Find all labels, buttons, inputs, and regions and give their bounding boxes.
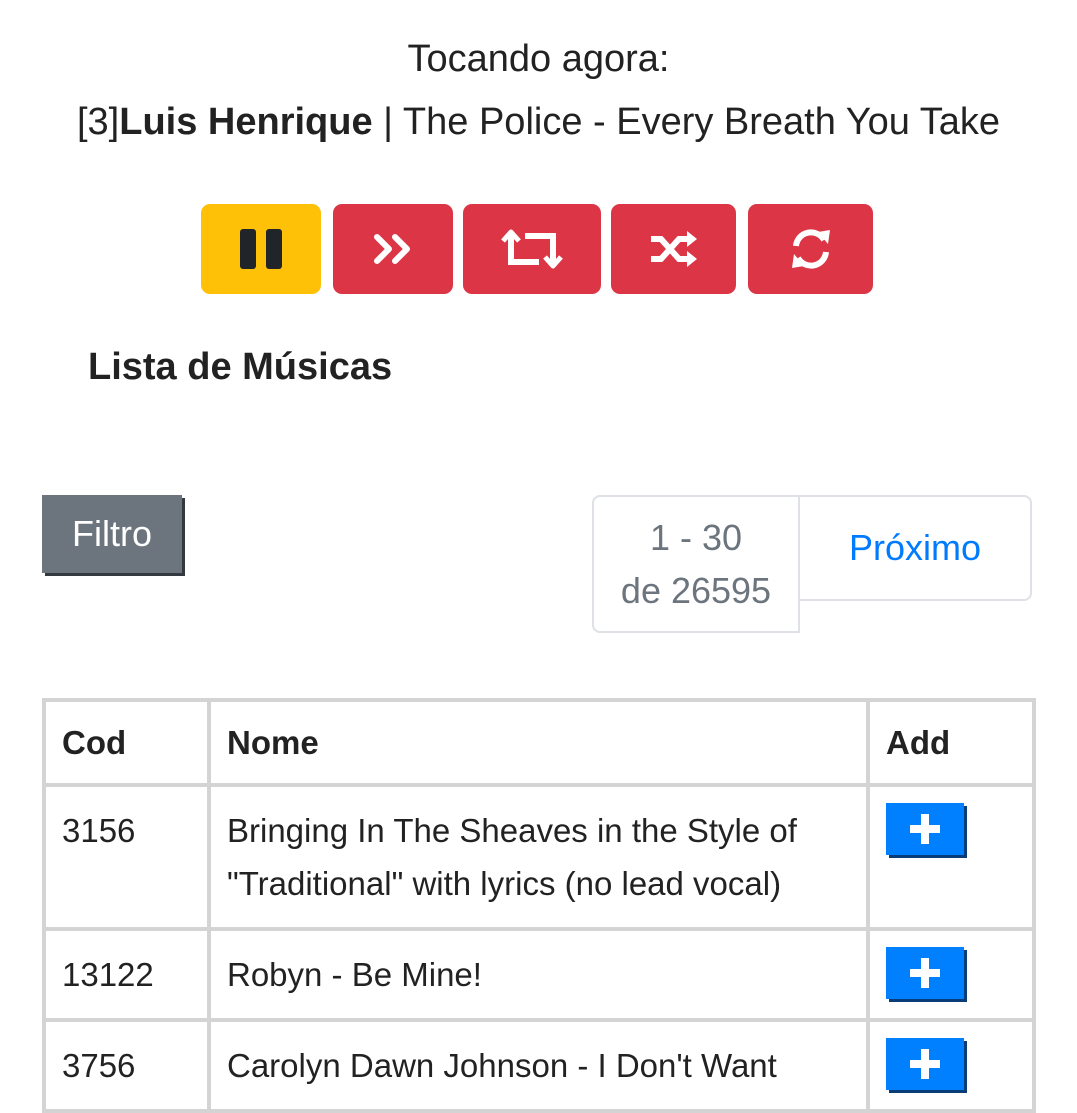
table-header-row: Cod Nome Add xyxy=(42,698,1036,787)
shuffle-icon xyxy=(650,231,697,267)
shuffle-button[interactable] xyxy=(611,204,736,294)
pagination-total: de 26595 xyxy=(620,570,772,611)
add-cell xyxy=(866,783,1036,931)
table-row: 3756 Carolyn Dawn Johnson - I Don't Want xyxy=(42,1018,1036,1113)
pause-icon xyxy=(240,229,282,269)
column-header-cod: Cod xyxy=(42,698,211,787)
refresh-button[interactable] xyxy=(748,204,873,294)
repeat-icon xyxy=(501,229,563,269)
refresh-icon xyxy=(791,229,830,269)
pagination-info: 1 - 30 de 26595 xyxy=(592,495,800,633)
repeat-button[interactable] xyxy=(463,204,601,294)
add-song-button[interactable] xyxy=(886,803,964,855)
filter-button[interactable]: Filtro xyxy=(42,495,182,573)
table-row: 13122 Robyn - Be Mine! xyxy=(42,927,1036,1022)
queue-position: [3] xyxy=(76,101,120,143)
double-chevron-right-icon xyxy=(374,234,410,264)
plus-icon xyxy=(910,958,940,988)
requester-name: Luis Henrique xyxy=(119,101,373,143)
next-page-link[interactable]: Próximo xyxy=(798,495,1032,601)
pause-button[interactable] xyxy=(201,204,321,294)
pagination-range: 1 - 30 xyxy=(649,517,743,558)
add-song-button[interactable] xyxy=(886,1038,964,1090)
now-playing-track: [3]Luis Henrique | The Police - Every Br… xyxy=(0,101,1077,144)
next-button[interactable] xyxy=(333,204,453,294)
plus-icon xyxy=(910,814,940,844)
column-header-add: Add xyxy=(866,698,1036,787)
column-header-nome: Nome xyxy=(207,698,870,787)
song-code: 3156 xyxy=(42,783,211,931)
song-name: Robyn - Be Mine! xyxy=(207,927,870,1022)
section-title: Lista de Músicas xyxy=(88,346,393,388)
add-cell xyxy=(866,1018,1036,1113)
song-table: Cod Nome Add 3156 Bringing In The Sheave… xyxy=(42,698,1036,1113)
add-song-button[interactable] xyxy=(886,947,964,999)
add-cell xyxy=(866,927,1036,1022)
song-name: Carolyn Dawn Johnson - I Don't Want xyxy=(207,1018,870,1113)
song-code: 3756 xyxy=(42,1018,211,1113)
plus-icon xyxy=(910,1049,940,1079)
song-code: 13122 xyxy=(42,927,211,1022)
song-name: Bringing In The Sheaves in the Style of … xyxy=(207,783,870,931)
table-row: 3156 Bringing In The Sheaves in the Styl… xyxy=(42,783,1036,931)
now-playing-label: Tocando agora: xyxy=(407,38,670,80)
track-separator: | xyxy=(372,101,403,143)
track-title: The Police - Every Breath You Take xyxy=(402,101,1001,143)
